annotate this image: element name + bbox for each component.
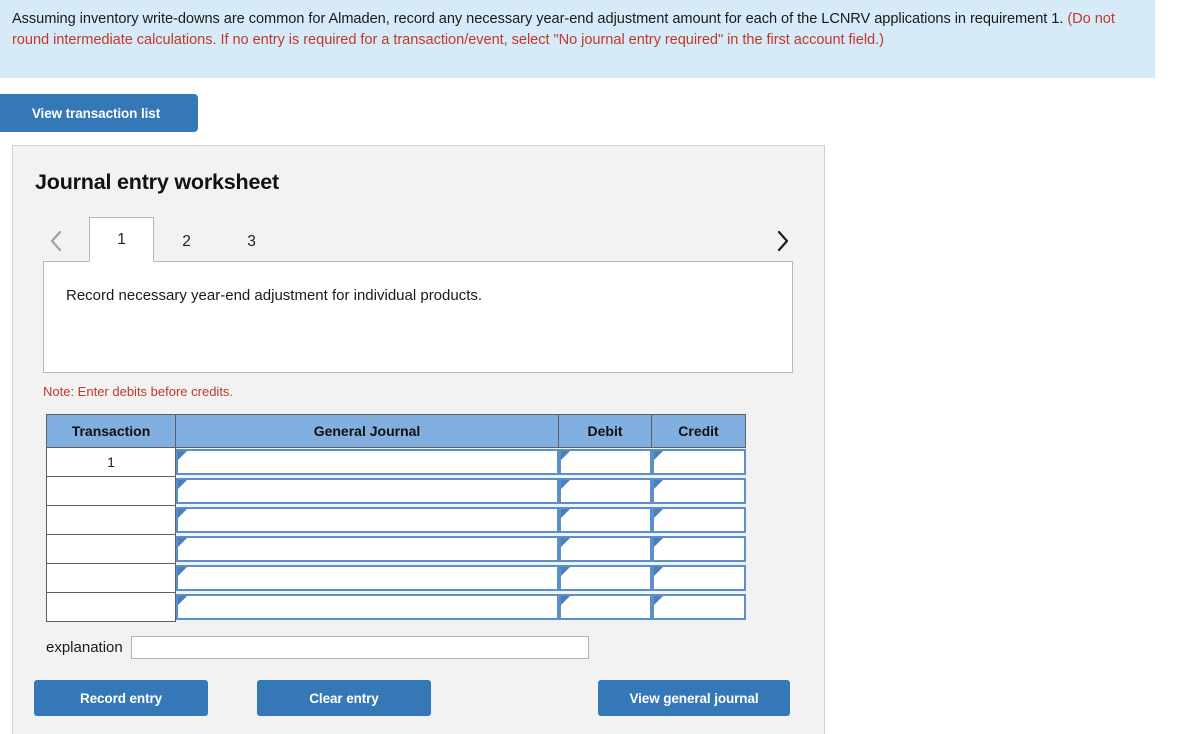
record-entry-button[interactable]: Record entry: [34, 680, 208, 716]
column-header-debit: Debit: [558, 414, 652, 448]
tab-description-text: Record necessary year-end adjustment for…: [66, 287, 483, 304]
debit-input-3[interactable]: [558, 507, 652, 533]
column-header-credit: Credit: [651, 414, 746, 448]
general-journal-cell: [176, 564, 559, 593]
general-journal-input-2[interactable]: [176, 478, 559, 504]
debit-cell: [558, 535, 652, 564]
view-transaction-list-button[interactable]: View transaction list: [0, 94, 198, 132]
table-row: [46, 505, 746, 535]
chevron-right-icon[interactable]: [770, 226, 796, 256]
general-journal-cell: [176, 593, 559, 622]
credit-input-6[interactable]: [651, 594, 746, 620]
tab-description-box: Record necessary year-end adjustment for…: [43, 261, 793, 373]
journal-entry-worksheet-panel: Journal entry worksheet 1 2 3 Record nec…: [12, 145, 825, 734]
table-header-row: Transaction General Journal Debit Credit: [46, 414, 746, 448]
credit-cell: [651, 448, 746, 477]
instruction-banner: Assuming inventory write-downs are commo…: [0, 0, 1155, 78]
credit-input-1[interactable]: [651, 449, 746, 476]
transaction-number-cell: [46, 505, 176, 535]
general-journal-cell: [176, 448, 559, 477]
credit-input-4[interactable]: [651, 536, 746, 562]
credit-input-5[interactable]: [651, 565, 746, 591]
transaction-number-cell: [46, 476, 176, 506]
column-header-transaction: Transaction: [46, 414, 176, 448]
view-general-journal-button[interactable]: View general journal: [598, 680, 790, 716]
general-journal-cell: [176, 477, 559, 506]
credit-cell: [651, 506, 746, 535]
column-header-general-journal: General Journal: [175, 414, 559, 448]
debit-cell: [558, 448, 652, 477]
debit-input-2[interactable]: [558, 478, 652, 504]
credit-cell: [651, 593, 746, 622]
chevron-left-icon[interactable]: [43, 226, 69, 256]
debit-cell: [558, 506, 652, 535]
transaction-number-cell: [46, 563, 176, 593]
general-journal-cell: [176, 506, 559, 535]
debit-cell: [558, 477, 652, 506]
table-row: [46, 592, 746, 622]
credit-cell: [651, 535, 746, 564]
instruction-text: Assuming inventory write-downs are commo…: [12, 9, 1141, 50]
transaction-number-cell: 1: [46, 447, 176, 477]
tab-2[interactable]: 2: [154, 220, 219, 262]
table-row: 1: [46, 447, 746, 477]
debit-cell: [558, 564, 652, 593]
tab-strip: 1 2 3: [13, 217, 824, 262]
credit-cell: [651, 477, 746, 506]
credit-input-3[interactable]: [651, 507, 746, 533]
tab-1[interactable]: 1: [89, 217, 154, 262]
instruction-main-text: Assuming inventory write-downs are commo…: [12, 11, 1068, 27]
debit-input-5[interactable]: [558, 565, 652, 591]
debit-input-1[interactable]: [558, 449, 652, 476]
clear-entry-button[interactable]: Clear entry: [257, 680, 431, 716]
explanation-row: explanation: [46, 636, 824, 659]
table-row: [46, 563, 746, 593]
debit-input-4[interactable]: [558, 536, 652, 562]
credit-input-2[interactable]: [651, 478, 746, 504]
table-row: [46, 476, 746, 506]
general-journal-cell: [176, 535, 559, 564]
general-journal-input-4[interactable]: [176, 536, 559, 562]
tab-list: 1 2 3: [89, 217, 284, 262]
general-journal-input-3[interactable]: [176, 507, 559, 533]
transaction-number-cell: [46, 534, 176, 564]
action-bar: Record entry Clear entry View general jo…: [13, 680, 824, 718]
explanation-label: explanation: [46, 639, 123, 656]
debit-cell: [558, 593, 652, 622]
general-journal-input-5[interactable]: [176, 565, 559, 591]
debits-before-credits-note: Note: Enter debits before credits.: [43, 384, 234, 399]
table-row: [46, 534, 746, 564]
tab-3[interactable]: 3: [219, 220, 284, 262]
debit-input-6[interactable]: [558, 594, 652, 620]
general-journal-input-6[interactable]: [176, 594, 559, 620]
transaction-number-cell: [46, 592, 176, 622]
credit-cell: [651, 564, 746, 593]
page-title: Journal entry worksheet: [35, 170, 279, 194]
journal-entry-table: Transaction General Journal Debit Credit…: [46, 414, 746, 622]
general-journal-input-1[interactable]: [176, 449, 559, 476]
explanation-input[interactable]: [130, 636, 589, 659]
